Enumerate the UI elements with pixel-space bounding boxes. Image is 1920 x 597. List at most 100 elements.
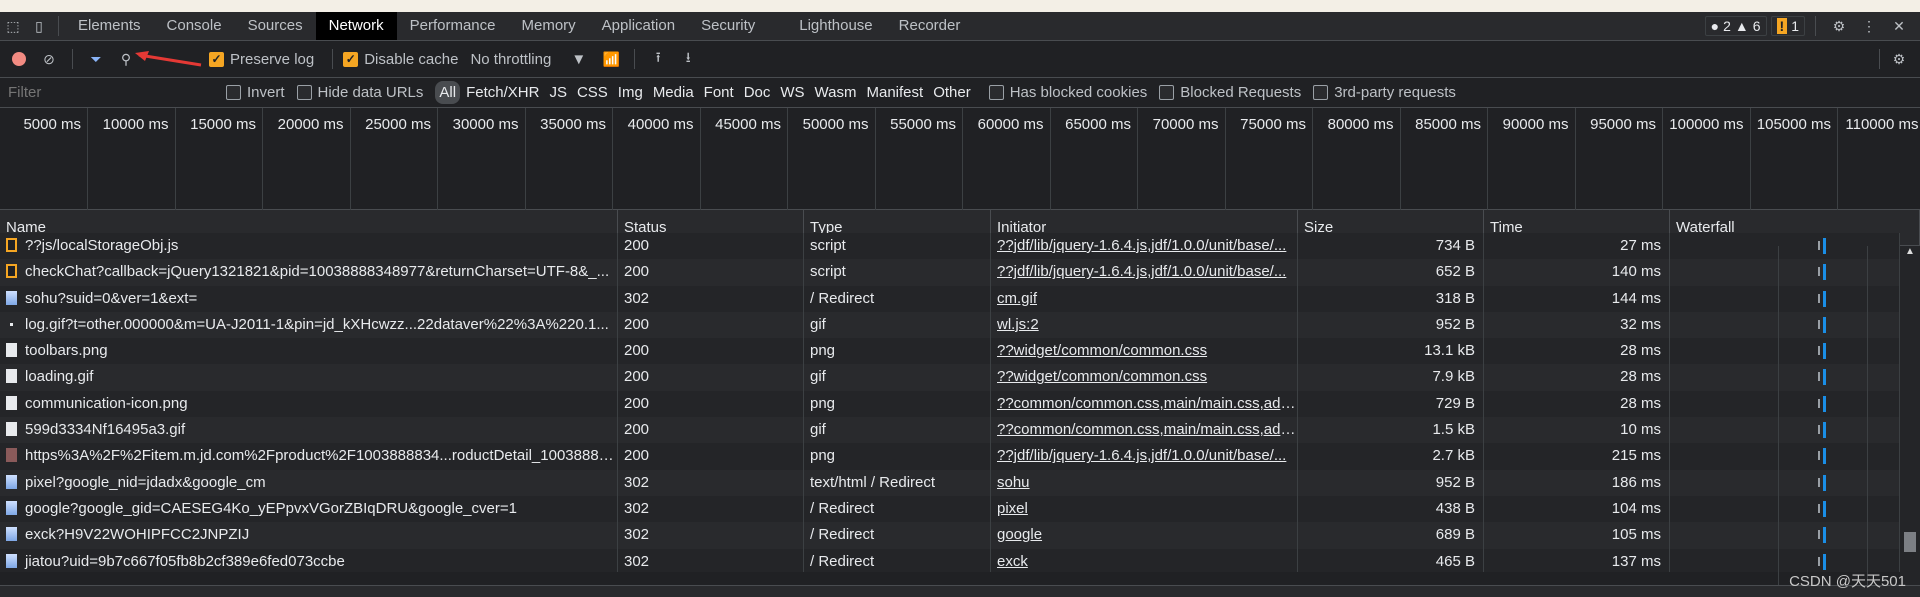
- filter-input[interactable]: [0, 80, 210, 105]
- name-cell[interactable]: google?google_gid=CAESEG4Ko_yEPpvxVGorZB…: [0, 495, 618, 523]
- table-scrollbar[interactable]: ▲: [1900, 246, 1920, 585]
- overview-tick-label: 25000 ms: [350, 108, 438, 210]
- table-row[interactable]: https%3A%2F%2Fitem.m.jd.com%2Fproduct%2F…: [0, 443, 1900, 470]
- table-row[interactable]: toolbars.png 200 png ??widget/common/common…: [0, 338, 1900, 365]
- export-har-icon[interactable]: ⭳: [675, 46, 701, 72]
- inspect-element-icon[interactable]: ⬚: [0, 13, 26, 39]
- filter-type-js[interactable]: JS: [545, 81, 571, 104]
- console-counts[interactable]: ● 2 ▲ 6: [1704, 16, 1767, 36]
- name-cell[interactable]: communication-icon.png: [0, 390, 618, 418]
- filter-type-css[interactable]: CSS: [573, 81, 612, 104]
- waterfall-download-bar: [1823, 500, 1826, 517]
- network-conditions-icon[interactable]: 📶: [598, 46, 624, 72]
- tab-memory[interactable]: Memory: [509, 12, 589, 40]
- table-row[interactable]: 599d3334Nf16495a3.gif 200 gif ??common/comm…: [0, 417, 1900, 444]
- overview-tick-label: 30000 ms: [438, 108, 526, 210]
- issues-badge[interactable]: ! 1: [1770, 16, 1805, 36]
- filter-type-other[interactable]: Other: [929, 81, 975, 104]
- scrollbar-thumb[interactable]: [1904, 532, 1916, 552]
- initiator-link[interactable]: ??common/common.css,main/main.css,add...: [997, 395, 1297, 412]
- settings-gear-icon[interactable]: ⚙: [1826, 13, 1852, 39]
- initiator-cell: ??common/common.css,main/main.css,add...: [991, 417, 1298, 444]
- throttling-select[interactable]: No throttling ▼: [470, 51, 586, 68]
- filter-type-font[interactable]: Font: [700, 81, 738, 104]
- table-row[interactable]: jiatou?uid=9b7c667f05fb8b2cf389e6fed073c…: [0, 548, 1900, 572]
- initiator-link[interactable]: pixel: [997, 500, 1028, 517]
- scroll-up-icon[interactable]: ▲: [1900, 246, 1920, 257]
- tab-security[interactable]: Security: [688, 12, 768, 40]
- device-toolbar-icon[interactable]: ▯: [26, 13, 52, 39]
- preserve-log-checkbox[interactable]: ✓ Preserve log: [209, 51, 314, 68]
- waterfall-download-bar: [1823, 290, 1826, 307]
- name-cell[interactable]: ??js/localStorageObj.js: [0, 233, 618, 260]
- initiator-link[interactable]: sohu: [997, 474, 1030, 491]
- initiator-cell: ??jdf/lib/jquery-1.6.4.js,jdf/1.0.0/unit…: [991, 233, 1298, 260]
- initiator-link[interactable]: ??jdf/lib/jquery-1.6.4.js,jdf/1.0.0/unit…: [997, 447, 1286, 464]
- third-party-requests-checkbox[interactable]: 3rd-party requests: [1313, 84, 1456, 101]
- blocked-requests-checkbox[interactable]: Blocked Requests: [1159, 84, 1301, 101]
- name-cell[interactable]: jiatou?uid=9b7c667f05fb8b2cf389e6fed073c…: [0, 548, 618, 572]
- filter-icon[interactable]: ⏷: [83, 46, 109, 72]
- table-row[interactable]: pixel?google_nid=jdadx&google_cm 302 text/…: [0, 469, 1900, 496]
- hide-data-urls-checkbox[interactable]: Hide data URLs: [296, 84, 423, 101]
- import-har-icon[interactable]: ⭱: [645, 46, 671, 72]
- request-name: toolbars.png: [25, 342, 108, 360]
- name-cell[interactable]: sohu?suid=0&ver=1&ext=: [0, 285, 618, 312]
- filter-type-media[interactable]: Media: [649, 81, 698, 104]
- tab-performance[interactable]: Performance: [397, 12, 509, 40]
- initiator-link[interactable]: ??widget/common/common.css: [997, 368, 1207, 385]
- tab-console[interactable]: Console: [154, 12, 235, 40]
- table-row[interactable]: loading.gif 200 gif ??widget/common/common.…: [0, 364, 1900, 391]
- filter-type-doc[interactable]: Doc: [740, 81, 775, 104]
- name-cell[interactable]: log.gif?t=other.000000&m=UA-J2011-1&pin=…: [0, 311, 618, 339]
- table-row[interactable]: exck?H9V22WOHIPFCC2JNPZIJ 302/ Redirect go…: [0, 522, 1900, 549]
- name-cell[interactable]: https%3A%2F%2Fitem.m.jd.com%2Fproduct%2F…: [0, 443, 618, 470]
- tab-elements[interactable]: Elements: [65, 12, 154, 40]
- has-blocked-cookies-checkbox[interactable]: Has blocked cookies: [988, 84, 1147, 101]
- tab-network[interactable]: Network: [315, 12, 397, 40]
- filter-type-ws[interactable]: WS: [776, 81, 808, 104]
- divider: [1815, 16, 1816, 36]
- table-row[interactable]: ??js/localStorageObj.js 200 script ??jdf/li…: [0, 233, 1900, 260]
- filter-type-img[interactable]: Img: [614, 81, 647, 104]
- initiator-link[interactable]: wl.js:2: [997, 316, 1039, 333]
- filter-type-all[interactable]: All: [435, 81, 461, 104]
- clear-icon[interactable]: ⊘: [36, 46, 62, 72]
- filter-type-manifest[interactable]: Manifest: [863, 81, 928, 104]
- network-settings-gear-icon[interactable]: ⚙: [1886, 46, 1912, 72]
- initiator-link[interactable]: ??widget/common/common.css: [997, 342, 1207, 359]
- close-icon[interactable]: ✕: [1886, 13, 1912, 39]
- initiator-link[interactable]: google: [997, 526, 1042, 543]
- initiator-link[interactable]: ??jdf/lib/jquery-1.6.4.js,jdf/1.0.0/unit…: [997, 263, 1286, 280]
- name-cell[interactable]: loading.gif: [0, 364, 618, 391]
- filter-type-wasm[interactable]: Wasm: [811, 81, 861, 104]
- timeline-overview[interactable]: 5000 ms 10000 ms 15000 ms 20000 ms 25000 ms 3…: [0, 108, 1920, 210]
- initiator-link[interactable]: exck: [997, 553, 1028, 570]
- table-row[interactable]: google?google_gid=CAESEG4Ko_yEPpvxVGorZB…: [0, 495, 1900, 523]
- name-cell[interactable]: 599d3334Nf16495a3.gif: [0, 417, 618, 444]
- more-menu-icon[interactable]: ⋮: [1856, 13, 1882, 39]
- table-row[interactable]: checkChat?callback=jQuery1321821&pid=100…: [0, 259, 1900, 286]
- filter-type-fetch-xhr[interactable]: Fetch/XHR: [462, 81, 543, 104]
- tab-lighthouse[interactable]: Lighthouse: [786, 12, 885, 40]
- tab-recorder[interactable]: Recorder: [886, 12, 974, 40]
- record-button[interactable]: [6, 46, 32, 72]
- tab-application[interactable]: Application: [589, 12, 688, 40]
- status-cell: 200: [618, 311, 804, 339]
- table-row[interactable]: communication-icon.png 200 png ??common/com…: [0, 390, 1900, 418]
- initiator-link[interactable]: cm.gif: [997, 290, 1037, 307]
- time-cell: 137 ms: [1484, 548, 1670, 572]
- tab-sources[interactable]: Sources: [235, 12, 316, 40]
- invert-checkbox[interactable]: Invert: [226, 84, 285, 101]
- checkbox-checked: ✓: [209, 51, 224, 67]
- table-row[interactable]: log.gif?t=other.000000&m=UA-J2011-1&pin=…: [0, 311, 1900, 339]
- table-row[interactable]: sohu?suid=0&ver=1&ext= 302/ Redirect cm.gi…: [0, 285, 1900, 312]
- disable-cache-checkbox[interactable]: ✓ Disable cache: [343, 51, 458, 68]
- type-cell: / Redirect: [804, 495, 991, 523]
- name-cell[interactable]: toolbars.png: [0, 338, 618, 365]
- initiator-link[interactable]: ??common/common.css,main/main.css,add...: [997, 421, 1297, 438]
- name-cell[interactable]: checkChat?callback=jQuery1321821&pid=100…: [0, 259, 618, 286]
- initiator-link[interactable]: ??jdf/lib/jquery-1.6.4.js,jdf/1.0.0/unit…: [997, 237, 1286, 254]
- name-cell[interactable]: pixel?google_nid=jdadx&google_cm: [0, 469, 618, 496]
- name-cell[interactable]: exck?H9V22WOHIPFCC2JNPZIJ: [0, 522, 618, 549]
